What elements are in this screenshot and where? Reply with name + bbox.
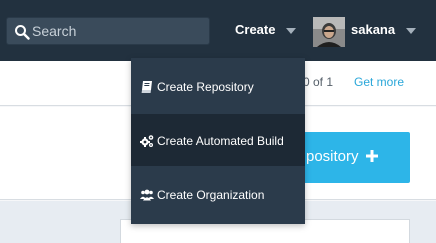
menu-item-label: Create Organization — [157, 188, 265, 202]
create-menu-button[interactable]: Create — [235, 22, 275, 37]
search-box[interactable] — [6, 17, 210, 45]
pagination-text: 0 of 1 — [303, 75, 334, 89]
search-input[interactable] — [32, 21, 202, 41]
top-navbar: Create sakana — [0, 0, 436, 61]
user-caret-icon[interactable] — [406, 28, 416, 34]
users-icon — [140, 189, 154, 201]
menu-item-create-repository[interactable]: Create Repository — [131, 60, 305, 112]
create-repository-button[interactable]: pository — [296, 132, 410, 183]
user-avatar[interactable] — [313, 17, 345, 47]
book-icon — [141, 81, 152, 93]
cta-label: pository — [306, 148, 378, 165]
gears-icon — [140, 135, 154, 147]
cta-text: pository — [306, 148, 359, 165]
avatar-photo — [313, 17, 345, 47]
username[interactable]: sakana — [351, 22, 395, 37]
menu-item-label: Create Automated Build — [157, 134, 284, 148]
plus-icon — [365, 150, 378, 162]
create-caret-icon[interactable] — [286, 28, 296, 34]
menu-item-label: Create Repository — [157, 80, 254, 94]
menu-item-create-organization[interactable]: Create Organization — [131, 169, 305, 221]
get-more-link[interactable]: Get more — [354, 75, 404, 89]
menu-item-create-automated-build[interactable]: Create Automated Build — [131, 114, 305, 166]
search-icon — [15, 25, 30, 40]
create-dropdown-menu: Create Repository Create Automated Build… — [131, 58, 305, 224]
